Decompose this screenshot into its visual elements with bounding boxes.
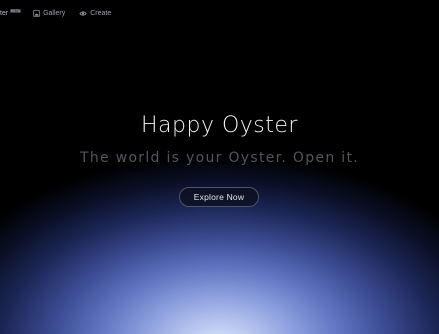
- background-glow: [0, 0, 439, 334]
- eye-icon: [79, 10, 87, 16]
- brand-text: ter: [0, 9, 9, 17]
- nav-item-gallery[interactable]: Gallery: [33, 10, 65, 17]
- nav-item-create[interactable]: Create: [79, 10, 111, 17]
- nav-item-create-label: Create: [90, 9, 112, 17]
- hero-title: Happy Oyster: [141, 113, 298, 138]
- brand-logo[interactable]: ter BETA: [0, 8, 22, 17]
- hero-subtitle: The world is your Oyster. Open it.: [80, 150, 359, 166]
- nav-item-gallery-label: Gallery: [43, 9, 66, 17]
- explore-now-button[interactable]: Explore Now: [179, 187, 259, 207]
- landing-page: ter BETA Gallery Create Happy Oyster The…: [0, 0, 439, 334]
- image-icon: [33, 9, 40, 17]
- top-nav: ter BETA Gallery Create: [0, 6, 111, 20]
- explore-now-label: Explore Now: [193, 192, 245, 202]
- beta-badge: BETA: [10, 8, 22, 13]
